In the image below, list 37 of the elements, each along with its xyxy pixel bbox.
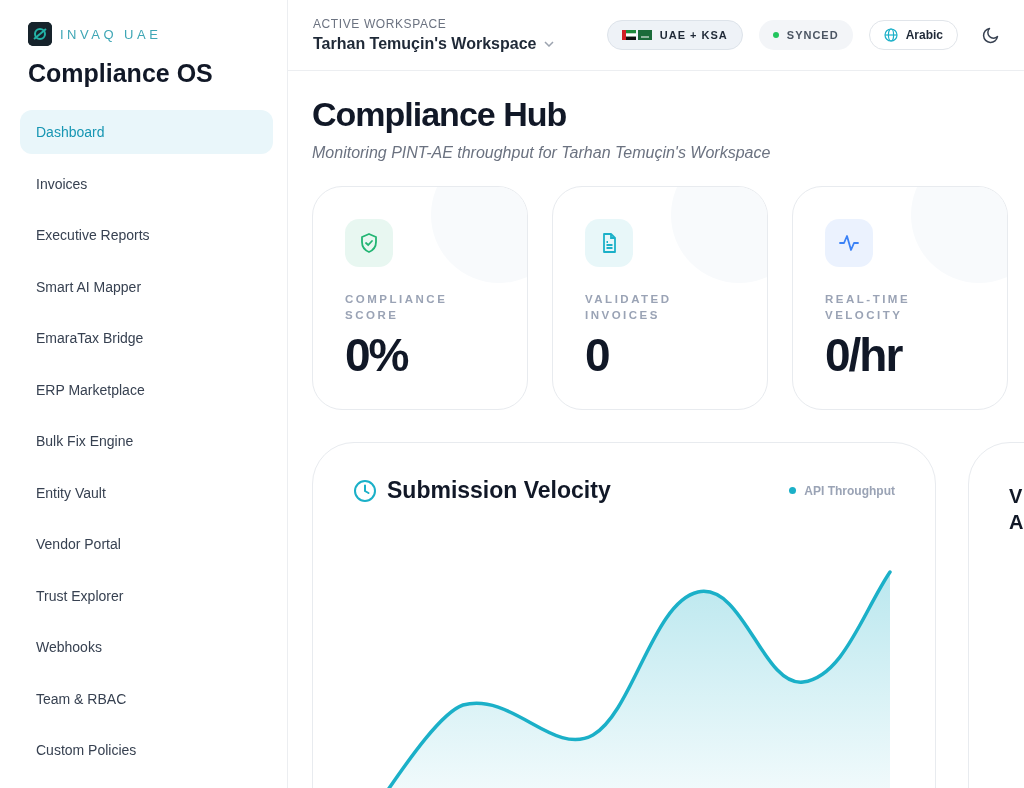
sidebar-item[interactable]: Executive Reports (20, 213, 273, 257)
globe-icon (883, 28, 898, 42)
brand-name: INVAQ UAE (60, 26, 162, 42)
workspace-label: ACTIVE WORKSPACE (313, 17, 448, 31)
sidebar-item[interactable]: Vendor Portal (20, 522, 273, 566)
sidebar-item[interactable]: Entity Vault (20, 470, 273, 515)
stat-value: 0/hr (825, 328, 903, 383)
app-title: Compliance OS (28, 59, 214, 88)
moon-icon[interactable] (982, 26, 1000, 44)
page-title: Compliance Hub (312, 95, 568, 134)
flag-icon (637, 30, 652, 40)
sidebar-item[interactable]: Bulk Fix Engine (20, 419, 273, 463)
chart-title: Submission Velocity (387, 477, 612, 504)
stat-label: REAL-TIME VELOCITY (825, 292, 912, 323)
sidebar-item[interactable]: Trust Explorer (20, 573, 273, 618)
stat-value: 0% (345, 328, 409, 383)
sidebar-item[interactable]: ERP Marketplace (20, 367, 273, 412)
stat-label: COMPLIANCE SCORE (345, 292, 449, 323)
chart-legend: API Throughput (789, 483, 895, 498)
sidebar-item[interactable]: Invoices (20, 161, 273, 206)
card-title: V (1009, 484, 1024, 509)
sidebar-item[interactable]: Custom Policies (20, 728, 273, 772)
sidebar-item[interactable]: Team & RBAC (20, 676, 273, 721)
workspace-name[interactable]: Tarhan Temuçin's Workspace (313, 35, 537, 53)
clock-icon (353, 478, 377, 503)
page-subtitle: Monitoring PINT-AE throughput for Tarhan Temuçin's Workspace (312, 144, 772, 162)
stat-value: 0 (585, 328, 610, 383)
sidebar-item[interactable]: Smart AI Mapper (20, 264, 273, 309)
sidebar-item[interactable]: Webhooks (20, 625, 273, 669)
card-title: A (1009, 510, 1024, 535)
language-button[interactable]: Arabic (868, 20, 958, 50)
flag-icon (621, 30, 636, 40)
stat-label: VALIDATED INVOICES (585, 292, 673, 323)
sidebar-item[interactable]: EmaraTax Bridge (20, 316, 273, 360)
sync-status: SYNCED (758, 20, 853, 50)
app-logo-icon (28, 22, 52, 46)
region-badge[interactable]: UAE + KSA (606, 20, 743, 50)
